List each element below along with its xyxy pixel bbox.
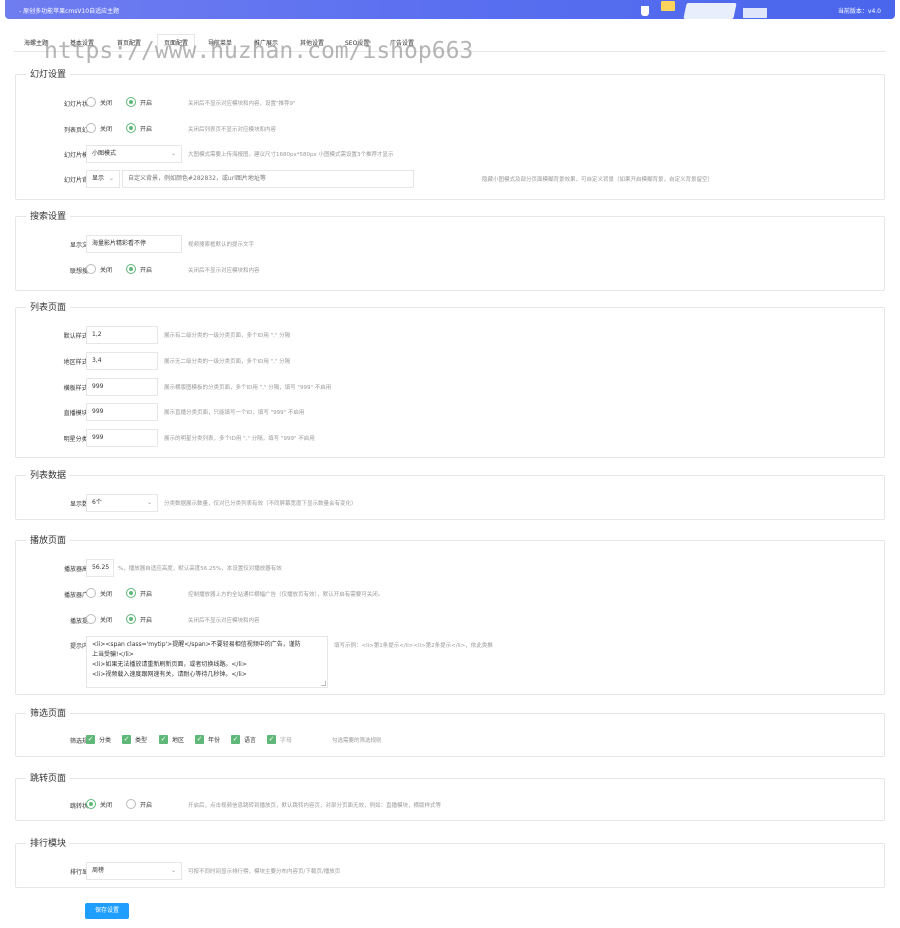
listpage-row-input[interactable]: 1,2: [86, 326, 158, 344]
slide-list-on-radio[interactable]: 开启: [126, 123, 152, 133]
listpage-row-hint: 展示直播分类页面，只能填写一个ID，填写 "999" 不启用: [164, 410, 305, 416]
search-section: 搜索设置 显示文字 海量影片精彩看不停 视频搜索框默认的提示文字 联想搜索 关闭…: [15, 209, 885, 291]
listpage-row-input[interactable]: 999: [86, 429, 158, 447]
app-title: - 原创多功能苹果cmsV10自适应主题: [19, 8, 120, 15]
jump-off-radio[interactable]: 关闭: [86, 799, 112, 809]
listpage-row-hint: 展示有二级分类的一级分类页面，多个ID用 "," 分隔: [164, 333, 291, 339]
jump-on-radio[interactable]: 开启: [126, 799, 152, 809]
listpage-row-input[interactable]: 3,4: [86, 352, 158, 370]
listpage-row: 横板样式ID 999 展示横版图模板的分类页面，多个ID用 "," 分隔，填写 …: [16, 378, 884, 396]
play-legend: 播放页面: [26, 533, 71, 546]
listpage-row: 直播模块ID 999 展示直播分类页面，只能填写一个ID，填写 "999" 不启…: [16, 403, 884, 421]
play-tip-hint: 关闭后不显示对应模块和内容: [188, 618, 260, 624]
play-content-hint: 填写示例：<li>第1条提示</li><li>第2条提示</li>，依此类推: [334, 643, 493, 649]
listpage-row-input[interactable]: 999: [86, 403, 158, 421]
filter-hint: 勾选需要的筛选规则: [332, 738, 382, 744]
listpage-legend: 列表页面: [26, 300, 71, 313]
play-ad-on-radio[interactable]: 开启: [126, 588, 152, 598]
slide-section: 幻灯设置 幻灯片状态 关闭 开启 关闭后不显示对应模块和内容，设置"推荐9" 列…: [15, 67, 885, 200]
listpage-row-hint: 展示无二级分类的一级分类页面，多个ID用 "," 分隔: [164, 359, 291, 365]
filter-section: 筛选页面 筛选规则 ✓ 分类 ✓ 类型 ✓ 地区 ✓ 年份 ✓ 语言 ✓ 字母 勾选需要的筛…: [15, 706, 885, 757]
filter-checkbox[interactable]: ✓ 语言: [231, 735, 256, 744]
check-icon: ✓: [86, 735, 95, 744]
slide-bg-hint: 隐藏小图模式及部分页面模糊背景效果，可自定义背景（如果开启模糊背景，自定义背景留…: [482, 177, 714, 183]
chevron-down-icon: ⌄: [170, 150, 176, 157]
filter-checkbox[interactable]: ✓ 字母: [267, 735, 292, 744]
top-banner: - 原创多功能苹果cmsV10自适应主题 当前版本：v4.0: [5, 0, 895, 19]
slide-bg-select[interactable]: 显示 ⌄: [86, 170, 120, 188]
chevron-down-icon: ⌄: [108, 175, 114, 182]
rank-legend: 排行模块: [26, 836, 71, 849]
resize-handle-icon: [321, 681, 326, 686]
watermark-text: https://www.huzhan.com/ishop663: [44, 38, 474, 64]
slide-legend: 幻灯设置: [26, 67, 71, 80]
slide-mode-select[interactable]: 小图模式 ⌄: [86, 145, 182, 163]
play-content-textarea[interactable]: <li><span class='mytip'>提醒</span>不要轻易相信视…: [86, 636, 328, 688]
slide-list-hint: 关闭后列表页不显示对应模块和内容: [188, 127, 277, 133]
play-ad-hint: 控制播放器上方的全站通栏横幅广告（仅播放页有效），默认开启有需要可关闭。: [188, 592, 384, 598]
slide-status-off-radio[interactable]: 关闭: [86, 97, 112, 107]
search-assoc-on-radio[interactable]: 开启: [126, 264, 152, 274]
version-label: 当前版本：v4.0: [837, 8, 881, 15]
filter-checkbox[interactable]: ✓ 分类: [86, 735, 111, 744]
check-icon: ✓: [195, 735, 204, 744]
check-icon: ✓: [122, 735, 131, 744]
listdata-section: 列表数据 显示数量 6个 ⌄ 分类数据展示数量，仅对已分类列表有效（不同屏幕宽度下…: [15, 468, 885, 520]
listpage-row: 明星分类ID 999 展示的明星分类列表，多个ID用 "," 分隔，填写 "99…: [16, 429, 884, 447]
slide-mode-hint: 大图模式需要上传海报图，建议尺寸1680px*580px 小图模式需设置3个推荐…: [188, 152, 394, 158]
search-assoc-hint: 关闭后不显示对应模块和内容: [188, 268, 260, 274]
save-button[interactable]: 保存设置: [85, 903, 129, 919]
filter-checkbox[interactable]: ✓ 类型: [122, 735, 147, 744]
listpage-row: 默认样式ID 1,2 展示有二级分类的一级分类页面，多个ID用 "," 分隔: [16, 326, 884, 344]
check-icon: ✓: [159, 735, 168, 744]
jump-section: 跳转页面 跳转状态 关闭 开启 开启后，点击视频信息跳转到播放页，默认跳转内容页…: [15, 771, 885, 821]
search-text-input[interactable]: 海量影片精彩看不停: [86, 235, 182, 253]
rank-section: 排行模块 排行显示 周榜 ⌄ 可按不同时间显示排行榜，模块主要分布内容页/下载页/…: [15, 836, 885, 888]
slide-status-on-radio[interactable]: 开启: [126, 97, 152, 107]
listdata-count-select[interactable]: 6个 ⌄: [86, 494, 158, 512]
play-section: 播放页面 播放器高度 56.25 %，播放器自适应高度，默认高度56.25%，本…: [15, 533, 885, 695]
slide-bg-input[interactable]: 自定义背景，例如颜色#282832，或url图片地址等: [122, 170, 414, 188]
jump-hint: 开启后，点击视频信息跳转到播放页，默认跳转内容页，对部分页面无效，例如：直播模块…: [188, 803, 442, 809]
slide-list-off-radio[interactable]: 关闭: [86, 123, 112, 133]
listdata-legend: 列表数据: [26, 468, 71, 481]
chevron-down-icon: ⌄: [170, 867, 176, 874]
listdata-count-hint: 分类数据展示数量，仅对已分类列表有效（不同屏幕宽度下显示数量会有变化）: [164, 501, 357, 507]
filter-checkbox[interactable]: ✓ 年份: [195, 735, 220, 744]
listpage-section: 列表页面 默认样式ID 1,2 展示有二级分类的一级分类页面，多个ID用 ","…: [15, 300, 885, 458]
slide-status-hint: 关闭后不显示对应模块和内容，设置"推荐9": [188, 101, 296, 107]
check-icon: ✓: [231, 735, 240, 744]
play-height-hint: %，播放器自适应高度，默认高度56.25%，本设置仅对播放器有效: [118, 566, 282, 572]
filter-checkbox[interactable]: ✓ 地区: [159, 735, 184, 744]
search-text-hint: 视频搜索框默认的提示文字: [188, 242, 255, 248]
banner-illustration: [625, 0, 785, 19]
rank-hint: 可按不同时间显示排行榜，模块主要分布内容页/下载页/播放页: [188, 869, 341, 875]
rank-select[interactable]: 周榜 ⌄: [86, 862, 182, 880]
listpage-row-hint: 展示的明星分类列表，多个ID用 "," 分隔，填写 "999" 不启用: [164, 436, 315, 442]
jump-legend: 跳转页面: [26, 771, 71, 784]
play-tip-on-radio[interactable]: 开启: [126, 614, 152, 624]
play-tip-off-radio[interactable]: 关闭: [86, 614, 112, 624]
search-assoc-off-radio[interactable]: 关闭: [86, 264, 112, 274]
search-legend: 搜索设置: [26, 209, 71, 222]
filter-legend: 筛选页面: [26, 706, 71, 719]
play-height-input[interactable]: 56.25: [86, 559, 114, 577]
check-icon: ✓: [267, 735, 276, 744]
listpage-row: 地区样式ID 3,4 展示无二级分类的一级分类页面，多个ID用 "," 分隔: [16, 352, 884, 370]
play-ad-off-radio[interactable]: 关闭: [86, 588, 112, 598]
listpage-row-hint: 展示横版图模板的分类页面，多个ID用 "," 分隔，填写 "999" 不启用: [164, 385, 332, 391]
chevron-down-icon: ⌄: [146, 499, 152, 506]
listpage-row-input[interactable]: 999: [86, 378, 158, 396]
